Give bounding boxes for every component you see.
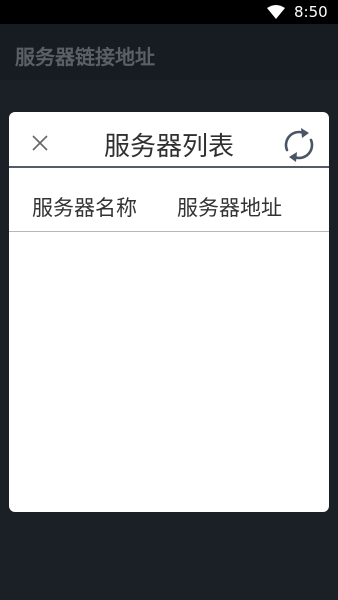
- column-header-server-address: 服务器地址: [177, 196, 282, 220]
- column-header-server-name: 服务器名称: [32, 196, 137, 220]
- server-list-dialog: 服务器列表 服务器名称 服务器地址: [9, 112, 329, 512]
- refresh-icon[interactable]: [279, 125, 319, 165]
- status-time: 8:50: [294, 3, 328, 21]
- wifi-icon: [267, 5, 285, 19]
- page-title: 服务器链接地址: [15, 45, 155, 69]
- table-header: 服务器名称 服务器地址: [9, 170, 329, 232]
- app-header: 服务器链接地址: [0, 24, 338, 80]
- status-bar: 8:50: [0, 0, 338, 24]
- dialog-header: 服务器列表: [9, 112, 329, 168]
- server-list[interactable]: [9, 232, 329, 512]
